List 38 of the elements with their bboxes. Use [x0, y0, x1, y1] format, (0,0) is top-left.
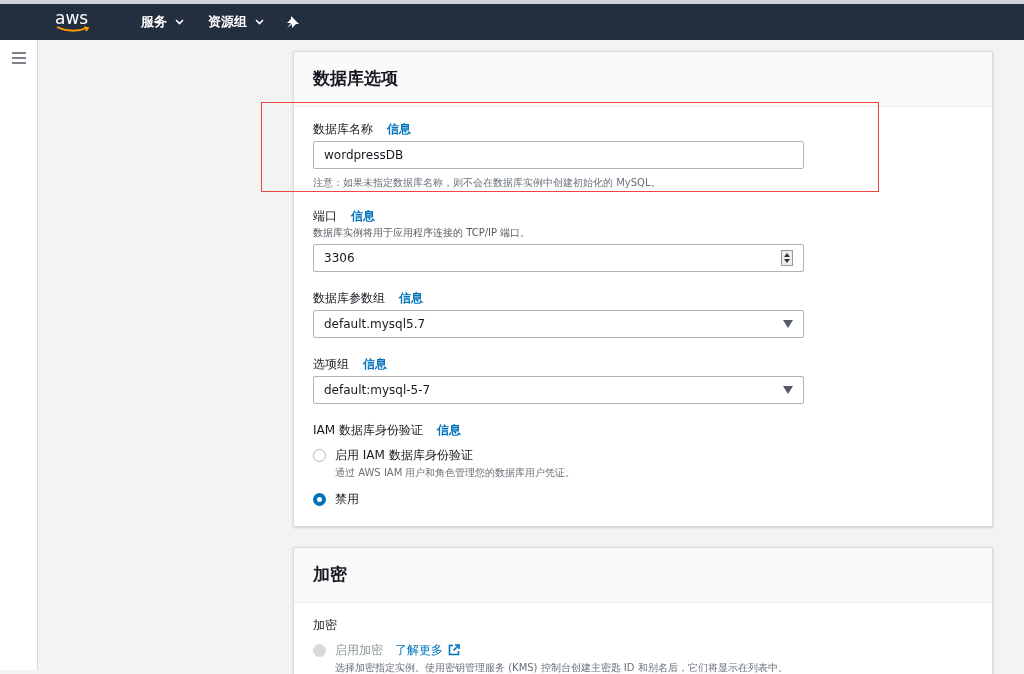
pin-icon[interactable] — [286, 15, 300, 29]
field-label: 数据库名称 — [313, 121, 373, 138]
field-description: 注意：如果未指定数据库名称，则不会在数据库实例中创建初始化的 MySQL。 — [313, 176, 662, 190]
info-link[interactable]: 信息 — [351, 207, 375, 225]
field-description: 数据库实例将用于应用程序连接的 TCP/IP 端口。 — [313, 226, 532, 240]
dropdown-field[interactable]: default:mysql-5-7 — [313, 376, 804, 404]
radio-label: 启用加密 — [335, 642, 383, 659]
spinner-icon[interactable] — [781, 250, 793, 266]
radio-button[interactable] — [313, 448, 326, 462]
dropdown-field[interactable]: default.mysql5.7 — [313, 310, 804, 338]
field-label: 数据库参数组 — [313, 290, 385, 307]
field-label: 选项组 — [313, 356, 349, 373]
radio-button[interactable] — [313, 492, 326, 506]
section-title: 数据库选项 — [313, 67, 398, 91]
menu-icon[interactable] — [11, 52, 26, 64]
info-link[interactable]: 信息 — [387, 120, 411, 138]
radio-label: 启用 IAM 数据库身份验证 — [335, 447, 473, 464]
menu-button[interactable]: 资源组 — [208, 12, 264, 32]
caret-icon — [255, 19, 264, 25]
field-label: 加密 — [313, 617, 337, 634]
option-description: 选择加密指定实例。使用密钥管理服务 (KMS) 控制台创建主密匙 ID 和别名后，它们将显示在列表中。 — [335, 661, 789, 674]
external-link-icon — [448, 644, 460, 656]
option-description: 通过 AWS IAM 用户和角色管理您的数据库用户凭证。 — [335, 466, 577, 480]
info-link[interactable]: 信息 — [436, 421, 461, 439]
menu-button[interactable]: 服务 — [141, 12, 184, 32]
field-label: 端口 — [313, 208, 337, 225]
radio-label: 禁用 — [335, 491, 359, 508]
logo-text[interactable]: aws — [55, 10, 89, 26]
dropdown-arrow-icon — [783, 320, 793, 328]
info-link[interactable]: 信息 — [363, 355, 387, 373]
input-field[interactable]: wordpressDB — [313, 141, 804, 169]
dropdown-arrow-icon — [783, 386, 793, 394]
field-label: IAM 数据库身份验证 — [313, 422, 423, 439]
caret-icon — [175, 19, 184, 25]
input-field[interactable]: 3306 — [313, 244, 804, 272]
smile-arrow-icon — [55, 26, 91, 34]
section-title: 加密 — [313, 563, 347, 587]
info-link[interactable]: 信息 — [399, 289, 423, 307]
